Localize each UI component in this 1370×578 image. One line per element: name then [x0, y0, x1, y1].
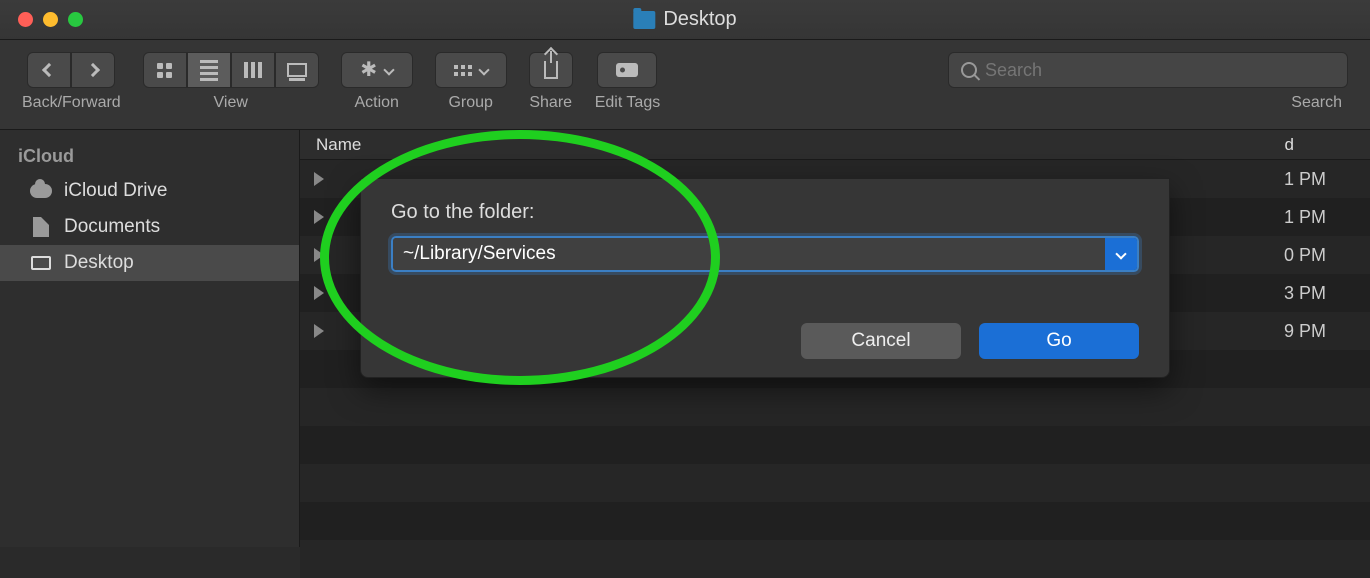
share-button[interactable]	[529, 52, 573, 88]
go-button[interactable]: Go	[979, 323, 1139, 359]
group-label: Group	[448, 94, 492, 112]
tags-label: Edit Tags	[595, 94, 661, 112]
sidebar: iCloud iCloud Drive Documents Desktop	[0, 130, 300, 547]
combo-dropdown-button[interactable]	[1105, 238, 1137, 270]
document-icon	[30, 218, 52, 236]
share-icon	[544, 61, 558, 79]
column-header[interactable]: Name d	[300, 130, 1370, 160]
gear-icon: ✱	[360, 57, 377, 82]
disclosure-icon[interactable]	[314, 172, 324, 186]
view-icons-button[interactable]	[143, 52, 187, 88]
forward-button[interactable]	[71, 52, 115, 88]
folder-path-combo[interactable]	[391, 236, 1139, 272]
row-date: 0 PM	[1284, 245, 1356, 266]
list-icon	[200, 60, 218, 81]
search-box[interactable]	[948, 52, 1348, 88]
desktop-icon	[30, 254, 52, 272]
column-modified-tail: d	[1285, 135, 1354, 155]
file-list: Name d 1 PM 1 PM 0 PM 3 PM 9 PM Go to th…	[300, 130, 1370, 547]
group-button[interactable]	[435, 52, 507, 88]
go-to-folder-dialog: Go to the folder: Cancel Go	[360, 178, 1170, 378]
view-group: View	[143, 52, 319, 112]
window-title: Desktop	[633, 8, 736, 31]
sidebar-item-desktop[interactable]: Desktop	[0, 245, 299, 281]
nav-label: Back/Forward	[22, 94, 121, 112]
search-input[interactable]	[985, 60, 1335, 81]
folder-path-input[interactable]	[393, 238, 1105, 270]
gallery-icon	[287, 63, 307, 77]
search-label: Search	[1291, 94, 1348, 112]
view-columns-button[interactable]	[231, 52, 275, 88]
dialog-prompt: Go to the folder:	[391, 201, 1139, 224]
edit-tags-button[interactable]	[597, 52, 657, 88]
disclosure-icon[interactable]	[314, 210, 324, 224]
toolbar: Back/Forward View ✱ Action Group	[0, 40, 1370, 130]
window-controls	[0, 12, 83, 27]
go-label: Go	[1046, 330, 1071, 352]
sidebar-section-header: iCloud	[0, 140, 299, 173]
tags-group: Edit Tags	[595, 52, 661, 112]
share-group: Share	[529, 52, 573, 112]
table-row[interactable]	[300, 426, 1370, 464]
chevron-down-icon	[478, 64, 489, 75]
grid-icon	[157, 63, 172, 78]
row-date: 1 PM	[1284, 207, 1356, 228]
table-row[interactable]	[300, 388, 1370, 426]
sidebar-item-icloud-drive[interactable]: iCloud Drive	[0, 173, 299, 209]
chevron-left-icon	[42, 63, 56, 77]
group-icon	[454, 65, 472, 76]
disclosure-icon[interactable]	[314, 248, 324, 262]
window-title-text: Desktop	[663, 8, 736, 31]
zoom-window-button[interactable]	[68, 12, 83, 27]
nav-group: Back/Forward	[22, 52, 121, 112]
content-area: iCloud iCloud Drive Documents Desktop Na…	[0, 130, 1370, 547]
titlebar: Desktop	[0, 0, 1370, 40]
search-icon	[961, 62, 977, 78]
chevron-down-icon	[1115, 248, 1126, 259]
view-list-button[interactable]	[187, 52, 231, 88]
chevron-right-icon	[86, 63, 100, 77]
close-window-button[interactable]	[18, 12, 33, 27]
table-row[interactable]	[300, 540, 1370, 578]
sidebar-item-label: Desktop	[64, 252, 134, 274]
table-row[interactable]	[300, 464, 1370, 502]
columns-icon	[244, 62, 262, 78]
table-row[interactable]	[300, 502, 1370, 540]
action-label: Action	[354, 94, 398, 112]
cloud-icon	[30, 182, 52, 200]
cancel-button[interactable]: Cancel	[801, 323, 961, 359]
disclosure-icon[interactable]	[314, 324, 324, 338]
minimize-window-button[interactable]	[43, 12, 58, 27]
action-group: ✱ Action	[341, 52, 413, 112]
share-label: Share	[529, 94, 572, 112]
row-date: 9 PM	[1284, 321, 1356, 342]
sidebar-item-documents[interactable]: Documents	[0, 209, 299, 245]
tag-icon	[616, 63, 638, 77]
sidebar-item-label: iCloud Drive	[64, 180, 167, 202]
cancel-label: Cancel	[851, 330, 910, 352]
chevron-down-icon	[383, 64, 394, 75]
search-group: Search	[948, 52, 1348, 112]
view-label: View	[214, 94, 248, 112]
action-button[interactable]: ✱	[341, 52, 413, 88]
sidebar-item-label: Documents	[64, 216, 160, 238]
back-button[interactable]	[27, 52, 71, 88]
row-date: 1 PM	[1284, 169, 1356, 190]
column-name: Name	[316, 135, 361, 155]
row-date: 3 PM	[1284, 283, 1356, 304]
group-group: Group	[435, 52, 507, 112]
disclosure-icon[interactable]	[314, 286, 324, 300]
folder-icon	[633, 11, 655, 29]
view-gallery-button[interactable]	[275, 52, 319, 88]
